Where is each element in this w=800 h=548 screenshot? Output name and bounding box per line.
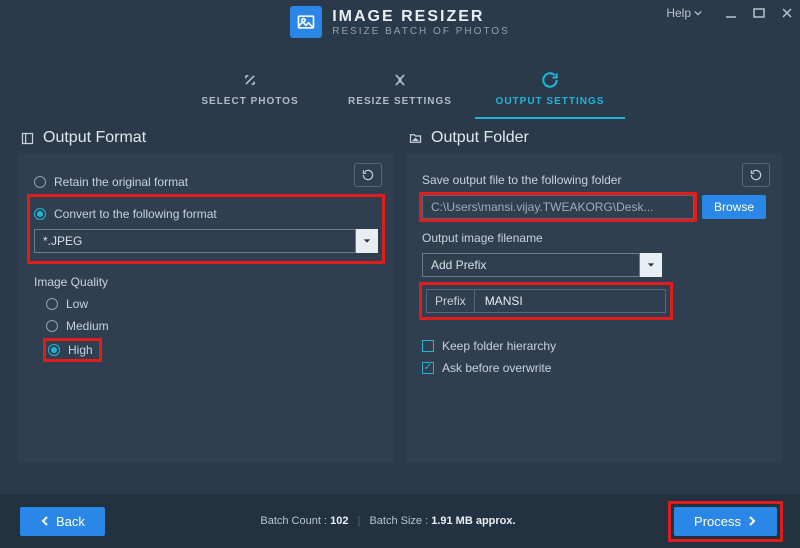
radio-quality-medium[interactable]: Medium [46,319,378,333]
app-logo-icon [290,6,322,38]
filename-mode-value: Add Prefix [422,253,640,277]
filename-mode-select[interactable]: Add Prefix [422,253,662,277]
checkbox-ask-overwrite[interactable]: ✓ Ask before overwrite [422,361,766,375]
tab-output-settings[interactable]: OUTPUT SETTINGS [475,56,625,119]
prefix-label: Prefix [427,290,475,312]
radio-convert-format[interactable]: Convert to the following format [34,207,378,221]
app-title: IMAGE RESIZER [332,8,510,26]
radio-quality-low[interactable]: Low [46,297,378,311]
batch-info: Batch Count : 102 | Batch Size : 1.91 MB… [105,515,671,527]
help-menu[interactable]: Help [666,6,702,20]
format-select[interactable]: *.JPEG [34,229,378,253]
back-button[interactable]: Back [20,507,105,536]
app-logo-group: IMAGE RESIZER RESIZE BATCH OF PHOTOS [290,6,510,38]
output-format-heading: Output Format [18,129,394,147]
output-folder-panel: Save output file to the following folder… [406,153,782,463]
tab-resize-settings[interactable]: RESIZE SETTINGS [325,56,475,119]
app-subtitle: RESIZE BATCH OF PHOTOS [332,26,510,37]
title-bar: IMAGE RESIZER RESIZE BATCH OF PHOTOS Hel… [0,0,800,44]
maximize-icon[interactable] [752,6,766,20]
output-format-panel: Retain the original format Convert to th… [18,153,394,463]
reset-folder-button[interactable] [742,163,770,187]
image-quality-label: Image Quality [34,275,378,289]
format-select-value: *.JPEG [34,229,356,253]
reset-format-button[interactable] [354,163,382,187]
tab-select-photos[interactable]: SELECT PHOTOS [175,56,325,119]
footer-bar: Back Batch Count : 102 | Batch Size : 1.… [0,494,800,548]
close-icon[interactable] [780,6,794,20]
prefix-input-group: Prefix MANSI [426,289,666,313]
filename-label: Output image filename [422,231,766,245]
checkbox-keep-hierarchy[interactable]: Keep folder hierarchy [422,339,766,353]
prefix-input[interactable]: MANSI [475,290,665,312]
minimize-icon[interactable] [724,6,738,20]
radio-retain-format[interactable]: Retain the original format [34,175,378,189]
output-folder-heading: Output Folder [406,129,782,147]
chevron-down-icon[interactable] [356,229,378,253]
process-button[interactable]: Process [674,507,777,536]
radio-quality-high[interactable]: High [46,341,99,359]
output-path-input[interactable]: C:\Users\mansi.vijay.TWEAKORG\Desk... [422,195,694,219]
save-folder-label: Save output file to the following folder [422,173,766,187]
browse-button[interactable]: Browse [702,195,766,219]
step-tabs: SELECT PHOTOS RESIZE SETTINGS OUTPUT SET… [0,56,800,119]
chevron-down-icon[interactable] [640,253,662,277]
